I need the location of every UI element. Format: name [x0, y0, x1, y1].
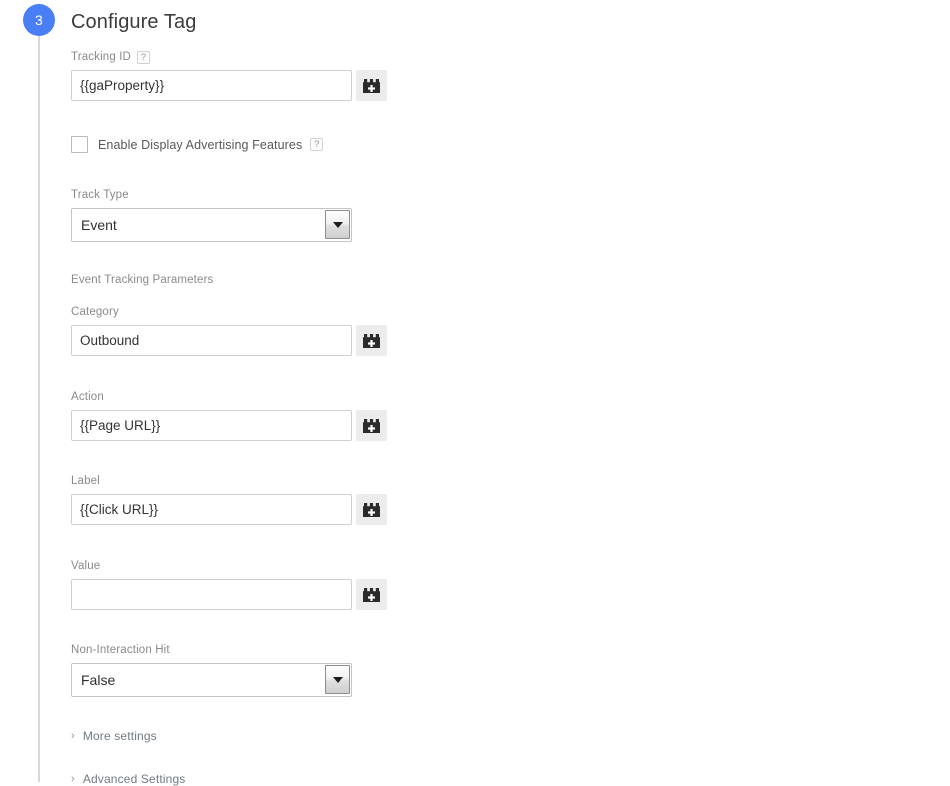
non-interaction-hit-label: Non-Interaction Hit	[71, 644, 170, 656]
tracking-id-label-row: Tracking ID ?	[71, 50, 387, 64]
tracking-id-input[interactable]	[71, 70, 352, 101]
variable-picker-icon	[363, 418, 380, 433]
track-type-select[interactable]: Event	[71, 208, 352, 242]
step-connector-line	[38, 20, 40, 782]
variable-picker-icon	[363, 587, 380, 602]
label-input[interactable]	[71, 494, 352, 525]
label-label: Label	[71, 475, 100, 487]
field-action: Action	[71, 390, 387, 441]
field-track-type: Track Type Event	[71, 188, 352, 242]
value-label-row: Value	[71, 559, 387, 573]
help-icon[interactable]: ?	[137, 50, 151, 64]
tracking-id-input-row	[71, 70, 387, 101]
field-tracking-id: Tracking ID ?	[71, 50, 387, 101]
variable-picker-icon	[363, 333, 380, 348]
value-label: Value	[71, 560, 101, 572]
category-label: Category	[71, 306, 119, 318]
action-input[interactable]	[71, 410, 352, 441]
variable-picker-icon	[363, 78, 380, 93]
field-value: Value	[71, 559, 387, 610]
advanced-settings-label: Advanced Settings	[82, 772, 186, 786]
category-label-row: Category	[71, 305, 387, 319]
chevron-down-icon-button[interactable]	[325, 210, 350, 239]
field-label: Label	[71, 474, 387, 525]
field-category: Category	[71, 305, 387, 356]
category-input-row	[71, 325, 387, 356]
variable-picker-icon	[363, 502, 380, 517]
enable-display-advertising-checkbox[interactable]	[71, 136, 88, 153]
category-input[interactable]	[71, 325, 352, 356]
variable-picker-icon-button-tracking-id[interactable]	[356, 70, 387, 101]
variable-picker-icon-button-action[interactable]	[356, 410, 387, 441]
label-input-row	[71, 494, 387, 525]
non-interaction-hit-selected-value[interactable]: False	[71, 663, 352, 697]
step-rail: 3	[0, 0, 68, 782]
chevron-right-icon: ›	[71, 730, 75, 742]
step-number-badge: 3	[23, 4, 55, 36]
advanced-settings-expander[interactable]: › Advanced Settings	[71, 772, 185, 786]
more-settings-label: More settings	[82, 729, 157, 743]
chevron-down-icon	[332, 676, 343, 683]
chevron-right-icon: ›	[71, 773, 75, 785]
tracking-id-label: Tracking ID	[71, 51, 132, 63]
help-icon[interactable]: ?	[310, 138, 324, 151]
chevron-down-icon-button[interactable]	[325, 665, 350, 694]
configure-tag-panel: Configure Tag Tracking ID ? Enable Di	[68, 0, 950, 786]
variable-picker-icon-button-value[interactable]	[356, 579, 387, 610]
action-label-row: Action	[71, 390, 387, 404]
action-input-row	[71, 410, 387, 441]
enable-display-advertising-label: Enable Display Advertising Features	[98, 137, 303, 152]
non-interaction-hit-select[interactable]: False	[71, 663, 352, 697]
field-non-interaction-hit: Non-Interaction Hit False	[71, 643, 352, 697]
label-label-row: Label	[71, 474, 387, 488]
page-title: Configure Tag	[71, 11, 197, 33]
chevron-down-icon	[332, 221, 343, 228]
more-settings-expander[interactable]: › More settings	[71, 729, 157, 743]
track-type-selected-value[interactable]: Event	[71, 208, 352, 242]
variable-picker-icon-button-label[interactable]	[356, 494, 387, 525]
variable-picker-icon-button-category[interactable]	[356, 325, 387, 356]
non-interaction-hit-label-row: Non-Interaction Hit	[71, 643, 352, 657]
track-type-label-row: Track Type	[71, 188, 352, 202]
track-type-label: Track Type	[71, 189, 129, 201]
value-input[interactable]	[71, 579, 352, 610]
value-input-row	[71, 579, 387, 610]
field-display-advertising: Enable Display Advertising Features ?	[71, 136, 324, 153]
event-tracking-parameters-caption: Event Tracking Parameters	[71, 274, 214, 286]
action-label: Action	[71, 391, 104, 403]
